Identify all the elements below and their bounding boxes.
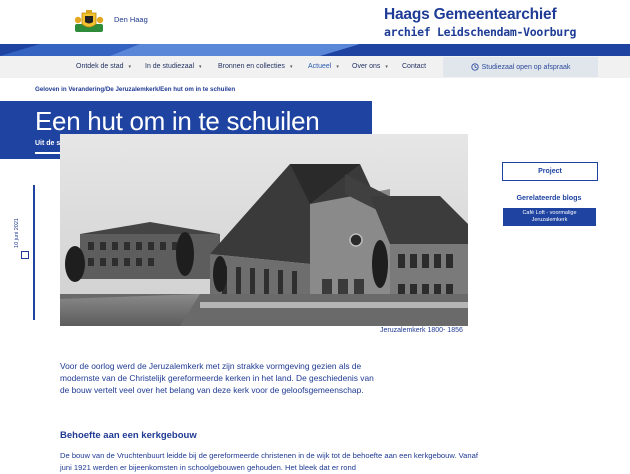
nav-in-de-studiezaal[interactable]: In de studiezaal ▾ bbox=[145, 63, 202, 70]
nav-over-ons[interactable]: Over ons ▾ bbox=[352, 63, 388, 70]
den-haag-logo[interactable] bbox=[72, 10, 106, 34]
photo-caption: Jeruzalemkerk 1800- 1856 bbox=[380, 327, 463, 334]
page-title: Een hut om in te schuilen bbox=[35, 106, 320, 136]
brand-subtitle: archief Leidschendam-Voorburg bbox=[384, 25, 577, 39]
article-intro: Voor de oorlog werd de Jeruzalemkerk met… bbox=[60, 361, 374, 395]
header-stripe bbox=[0, 44, 630, 56]
date-rule bbox=[33, 185, 35, 320]
related-blog-card[interactable]: Café Loft - voormalige Jeruzalemkerk bbox=[503, 208, 596, 226]
project-button[interactable]: Project bbox=[502, 162, 598, 181]
chevron-down-icon: ▾ bbox=[199, 64, 202, 70]
chevron-down-icon: ▾ bbox=[336, 64, 339, 70]
brand-title[interactable]: Haags Gemeentearchief bbox=[384, 6, 557, 24]
nav-contact[interactable]: Contact bbox=[402, 63, 426, 70]
section-paragraph: De bouw van de Vruchtenbuurt leidde bij … bbox=[60, 451, 478, 472]
calendar-icon bbox=[21, 251, 29, 259]
nav-ontdek-de-stad[interactable]: Ontdek de stad ▾ bbox=[76, 63, 131, 70]
chevron-down-icon: ▾ bbox=[128, 64, 131, 70]
appointment-button[interactable]: Studiezaal open op afspraak bbox=[443, 57, 598, 77]
publish-date: 10 juni 2021 bbox=[14, 218, 20, 248]
breadcrumb[interactable]: Geloven in Verandering/De Jeruzalemkerk/… bbox=[35, 86, 235, 93]
related-blogs-heading: Gerelateerde blogs bbox=[516, 193, 582, 202]
blog-card-title-line2: Jeruzalemkerk bbox=[531, 217, 568, 223]
clock-icon bbox=[470, 63, 479, 71]
church-photo bbox=[60, 134, 468, 326]
blog-card-title-line1: Café Loft - voormalige bbox=[522, 209, 577, 216]
chevron-down-icon: ▾ bbox=[385, 64, 388, 70]
logo-text[interactable]: Den Haag bbox=[114, 15, 148, 24]
nav-bronnen-en-collecties[interactable]: Bronnen en collecties ▾ bbox=[218, 63, 292, 70]
chevron-down-icon: ▾ bbox=[289, 64, 293, 70]
section-heading: Behoefte aan een kerkgebouw bbox=[60, 430, 197, 441]
nav-actueel[interactable]: Actueel ▾ bbox=[308, 63, 339, 70]
